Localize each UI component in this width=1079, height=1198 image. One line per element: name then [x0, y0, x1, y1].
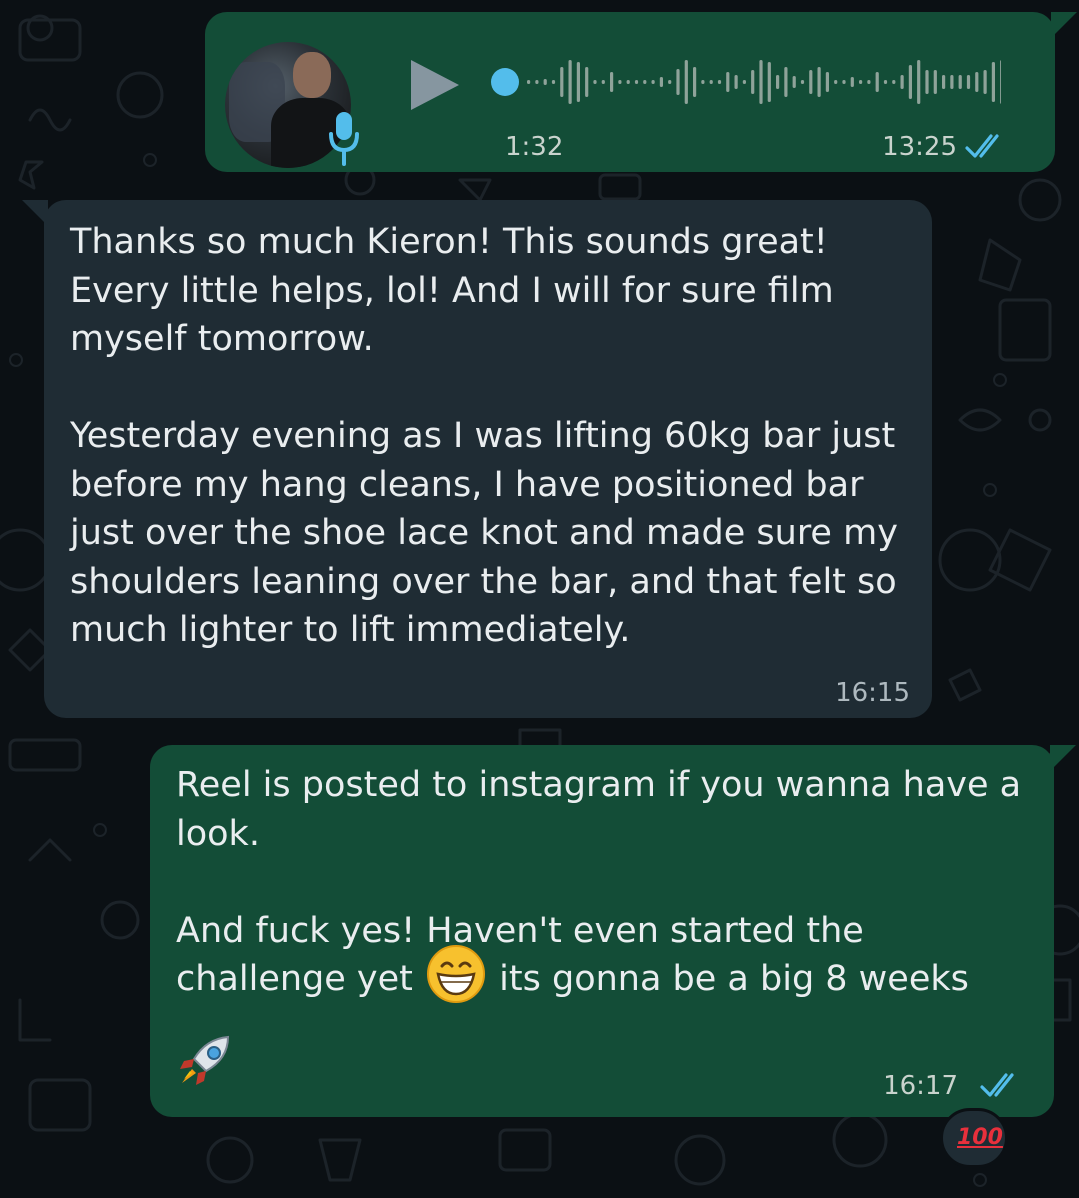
waveform-bar [560, 67, 564, 97]
waveform-bar [684, 60, 688, 104]
chat-view[interactable]: 1:32 13:25 Thanks so much Kieron! This s… [0, 0, 1079, 1198]
reaction-badge[interactable]: 100 [940, 1108, 1008, 1168]
waveform-bar [917, 60, 921, 104]
waveform-bar [676, 69, 680, 95]
waveform-thumb [491, 68, 519, 96]
double-check-read-icon [980, 1073, 1014, 1097]
waveform-bar [585, 67, 589, 97]
message-text: Reel is posted to instagram if you wanna… [176, 761, 1030, 1004]
rocket-emoji [180, 1035, 230, 1085]
waveform-bar [834, 80, 838, 84]
waveform-bar [601, 80, 605, 84]
message-timestamp: 16:17 [883, 1071, 958, 1101]
waveform-bar [1000, 60, 1001, 104]
waveform-bar [925, 70, 929, 94]
waveform-bar [983, 70, 987, 94]
waveform-bar [842, 80, 846, 84]
waveform-bar [535, 80, 539, 84]
waveform-bar [776, 75, 780, 89]
waveform-bar [576, 62, 580, 102]
waveform-bar [610, 72, 614, 92]
waveform-bar [759, 60, 763, 104]
waveform-bar [883, 80, 888, 84]
waveform-bar [717, 80, 722, 84]
waveform-bar [767, 62, 771, 102]
waveform-bar [850, 77, 854, 87]
play-icon[interactable] [407, 58, 463, 112]
hundred-points-emoji: 100 [957, 1125, 1003, 1150]
waveform-bar [651, 80, 655, 84]
message-fragment: its gonna be a big 8 weeks [499, 959, 969, 999]
waveform-bar [643, 80, 647, 84]
voice-duration: 1:32 [505, 132, 564, 162]
waveform-bar [742, 80, 746, 84]
waveform-bar [958, 75, 962, 89]
waveform-bar [792, 76, 796, 88]
waveform-bar [659, 77, 663, 87]
waveform-bar [975, 72, 979, 92]
waveform-bar [734, 75, 738, 89]
waveform-bar [825, 72, 829, 92]
waveform-bar [817, 67, 821, 97]
waveform-bar [551, 80, 556, 84]
waveform-bar [709, 80, 713, 84]
waveform-bar [991, 62, 995, 102]
message-timestamp: 16:15 [835, 678, 910, 708]
waveform-bar [668, 80, 672, 84]
mic-icon [329, 112, 359, 166]
waveform-bar [543, 79, 547, 85]
waveform-bar [859, 80, 863, 84]
waveform-bar [751, 70, 755, 94]
waveform-bar [950, 75, 954, 89]
message-text: Thanks so much Kieron! This sounds great… [70, 222, 898, 650]
waveform-bar [900, 75, 904, 89]
waveform-bar [626, 80, 630, 84]
waveform-bar [800, 80, 805, 84]
message-paragraph: Reel is posted to instagram if you wanna… [176, 765, 1022, 854]
waveform-slider[interactable] [491, 52, 1001, 112]
waveform-bar [618, 80, 622, 84]
waveform-bar [726, 72, 730, 92]
waveform-bar [933, 70, 937, 94]
waveform-bar [966, 75, 971, 89]
waveform-bar [942, 75, 946, 89]
waveform-bar [784, 67, 788, 97]
waveform-bar [593, 80, 597, 84]
voice-message-bubble[interactable]: 1:32 13:25 [205, 12, 1077, 172]
waveform-bar [568, 60, 572, 104]
grinning-face-emoji [427, 945, 486, 1003]
waveform-bar [634, 80, 639, 84]
waveform-bar [875, 72, 879, 92]
voice-timestamp: 13:25 [882, 132, 957, 162]
waveform-bar [867, 80, 871, 84]
waveform-bar [892, 80, 896, 84]
waveform-bar [908, 65, 912, 99]
message-paragraph: And fuck yes! Haven't even started the c… [176, 907, 1030, 1005]
waveform-bar [701, 80, 705, 84]
waveform-bar [809, 70, 813, 94]
waveform-bar [527, 80, 531, 84]
waveform-bar [693, 67, 697, 97]
double-check-read-icon [965, 134, 999, 158]
outgoing-message-bubble[interactable]: Reel is posted to instagram if you wanna… [150, 745, 1076, 1117]
incoming-message-bubble[interactable]: Thanks so much Kieron! This sounds great… [22, 200, 932, 718]
